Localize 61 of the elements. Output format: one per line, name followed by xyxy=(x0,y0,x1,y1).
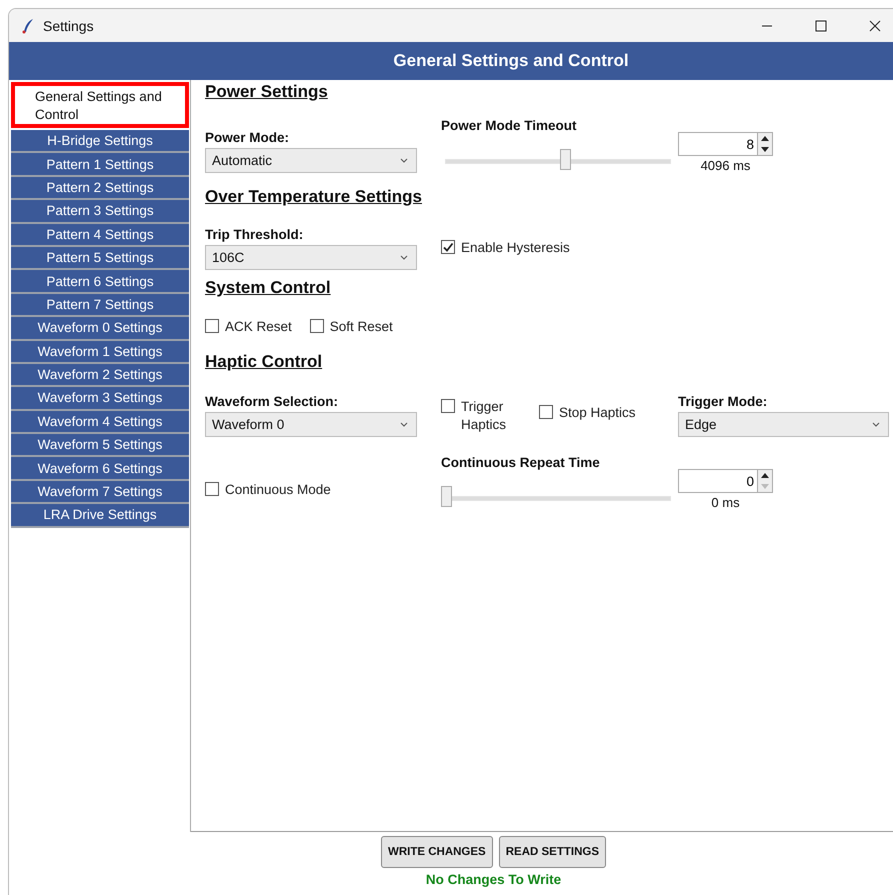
slider[interactable] xyxy=(441,486,673,510)
sidebar-item[interactable]: Pattern 3 Settings xyxy=(11,200,189,224)
sidebar-item[interactable]: H-Bridge Settings xyxy=(11,130,189,154)
sidebar-item[interactable]: Waveform 0 Settings xyxy=(11,317,189,341)
field-label: Waveform Selection: xyxy=(205,394,340,409)
number-spinner[interactable]: 0 xyxy=(678,469,773,493)
checkmark-icon xyxy=(442,241,454,253)
down-arrow-icon[interactable] xyxy=(758,145,772,154)
field-label: Trigger Mode: xyxy=(678,394,768,409)
field-label: Trip Threshold: xyxy=(205,227,304,242)
sidebar-item[interactable]: Pattern 6 Settings xyxy=(11,270,189,294)
maximize-icon[interactable] xyxy=(815,20,827,32)
checkbox[interactable]: Stop Haptics xyxy=(539,404,636,434)
checkbox[interactable]: Continuous Mode xyxy=(205,481,417,499)
sidebar-item[interactable]: Pattern 2 Settings xyxy=(11,176,189,200)
sidebar-item[interactable]: Waveform 4 Settings xyxy=(11,410,189,434)
reading-text: 0 ms xyxy=(711,495,740,510)
section-heading: System Control xyxy=(205,278,331,298)
status-text: No Changes To Write xyxy=(426,872,562,888)
sidebar-item[interactable]: Waveform 3 Settings xyxy=(11,387,189,411)
sidebar-item[interactable]: Pattern 7 Settings xyxy=(11,294,189,318)
up-arrow-icon[interactable] xyxy=(758,471,772,480)
section-heading: Over Temperature Settings xyxy=(205,187,422,207)
sidebar-item[interactable]: LRA Drive Settings xyxy=(11,504,189,528)
chevron-down-icon xyxy=(400,158,408,163)
section-heading: Haptic Control xyxy=(205,352,322,372)
slider-thumb[interactable] xyxy=(441,486,452,507)
reading-text: 4096 ms xyxy=(700,158,750,173)
action-button[interactable]: READ SETTINGS xyxy=(498,836,606,868)
chevron-down-icon xyxy=(872,422,880,427)
close-icon[interactable] xyxy=(869,20,881,32)
dropdown[interactable]: Automatic xyxy=(205,148,417,173)
quill-icon xyxy=(21,18,35,34)
sidebar-item[interactable]: Waveform 7 Settings xyxy=(11,480,189,504)
sidebar-item[interactable]: General Settings and Control xyxy=(11,82,189,128)
action-button[interactable]: WRITE CHANGES xyxy=(380,836,493,868)
sidebar-item[interactable]: Pattern 5 Settings xyxy=(11,246,189,270)
field-label: Power Mode: xyxy=(205,130,290,145)
sidebar-item[interactable]: Waveform 5 Settings xyxy=(11,434,189,458)
dropdown[interactable]: 106C xyxy=(205,245,417,270)
field-label: Power Mode Timeout xyxy=(441,118,578,133)
sidebar-item[interactable]: Pattern 4 Settings xyxy=(11,224,189,247)
sidebar-item[interactable]: Waveform 6 Settings xyxy=(11,457,189,481)
sidebar-item[interactable]: Waveform 2 Settings xyxy=(11,364,189,388)
window-title: Settings xyxy=(43,18,94,34)
dropdown[interactable]: Waveform 0 xyxy=(205,412,417,437)
checkbox[interactable]: Enable Hysteresis xyxy=(441,239,673,257)
section-heading: Power Settings xyxy=(205,82,328,102)
chevron-down-icon xyxy=(400,255,408,260)
sidebar-item[interactable]: Waveform 1 Settings xyxy=(11,340,189,364)
sidebar-item[interactable]: Pattern 1 Settings xyxy=(11,153,189,177)
checkbox[interactable]: Trigger Haptics xyxy=(441,398,521,434)
number-spinner[interactable]: 8 xyxy=(678,132,773,156)
dropdown[interactable]: Edge xyxy=(678,412,889,437)
chevron-down-icon xyxy=(400,422,408,427)
checkbox[interactable]: Soft Reset xyxy=(310,318,393,336)
header-title: General Settings and Control xyxy=(392,51,629,71)
up-arrow-icon[interactable] xyxy=(758,134,772,143)
slider-thumb[interactable] xyxy=(560,149,571,170)
checkbox[interactable]: ACK Reset xyxy=(205,318,292,336)
field-label: Continuous Repeat Time xyxy=(441,455,601,470)
